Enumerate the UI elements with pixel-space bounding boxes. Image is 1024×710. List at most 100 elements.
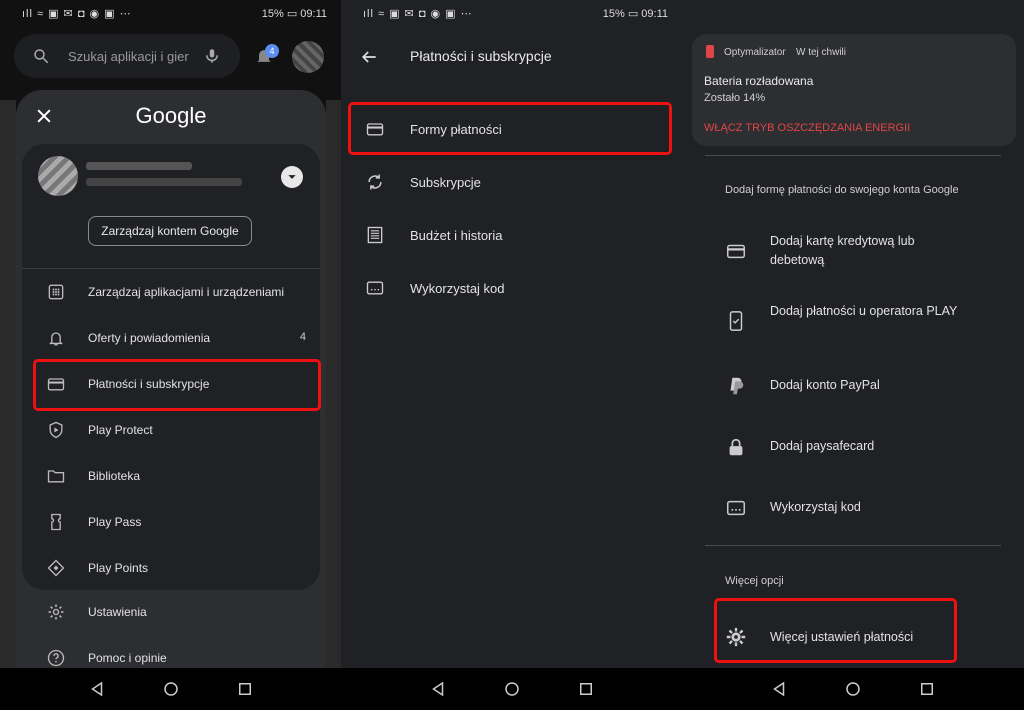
gear-icon <box>48 604 64 620</box>
add-paypal-item[interactable]: Dodaj konto PayPal <box>682 366 1024 406</box>
manage-google-account-button[interactable]: Zarządzaj kontem Google <box>88 216 252 246</box>
search-bar[interactable]: Szukaj aplikacji i gier <box>14 34 240 78</box>
add-card-item[interactable]: Dodaj kartę kredytową lub debetową <box>682 222 1024 280</box>
nav-back-icon[interactable] <box>88 680 106 698</box>
search-icon <box>34 49 49 64</box>
item-label: Wykorzystaj kod <box>410 281 505 296</box>
divider <box>705 545 1001 546</box>
battery-icon: ▭ <box>286 8 298 20</box>
status-icons: ıll ≈ ▣ ✉ ◘ ◉ ▣ ⋯ <box>363 8 473 20</box>
divider <box>22 268 320 269</box>
notification-subtitle: Zostało 14% <box>704 92 766 104</box>
folder-icon <box>47 470 65 483</box>
status-icons: ıll ≈ ▣ ✉ ◘ ◉ ▣ ⋯ <box>22 8 132 20</box>
back-arrow-icon[interactable] <box>359 47 379 67</box>
chevron-down-icon <box>288 175 296 179</box>
nav-home-icon[interactable] <box>844 680 862 698</box>
highlight-box <box>33 359 321 411</box>
notification-app: Optymalizator <box>724 47 786 58</box>
status-bar: ıll ≈ ▣ ✉ ◘ ◉ ▣ ⋯ 15% ▭ 09:11 <box>341 0 682 28</box>
item-label: Dodaj paysafecard <box>770 439 875 453</box>
payments-subscriptions-screen: ıll ≈ ▣ ✉ ◘ ◉ ▣ ⋯ 15% ▭ 09:11 Płatności … <box>341 0 682 710</box>
account-info-blurred <box>86 162 242 194</box>
nav-home-icon[interactable] <box>162 680 180 698</box>
nav-back-icon[interactable] <box>770 680 788 698</box>
notification-title: Bateria rozładowana <box>704 74 814 88</box>
add-carrier-billing-item[interactable]: Dodaj płatności u operatora PLAY <box>682 292 1024 350</box>
menu-item-settings[interactable]: Ustawienia <box>22 590 320 634</box>
item-label: Dodaj konto PayPal <box>770 378 880 392</box>
highlight-box <box>348 102 672 155</box>
menu-item-play-pass[interactable]: Play Pass <box>22 500 320 544</box>
menu-item-manage-apps[interactable]: Zarządzaj aplikacjami i urządzeniami <box>22 270 320 314</box>
item-label: Subskrypcje <box>410 175 481 190</box>
menu-item-label: Biblioteka <box>88 469 141 483</box>
mic-icon[interactable] <box>203 46 221 66</box>
budget-history-item[interactable]: Budżet i historia <box>341 210 682 260</box>
more-options-heading: Więcej opcji <box>725 575 784 587</box>
item-label: Dodaj płatności u operatora PLAY <box>770 304 958 318</box>
power-saving-action[interactable]: WŁĄCZ TRYB OSZCZĘDZANIA ENERGII <box>704 122 910 134</box>
notification-badge: 4 <box>265 44 279 58</box>
menu-item-label: Oferty i powiadomienia <box>88 331 211 345</box>
phone-icon <box>729 311 743 331</box>
menu-item-play-points[interactable]: Play Points <box>22 546 320 590</box>
background-content <box>0 100 16 700</box>
receipt-icon <box>367 226 383 244</box>
nav-recent-icon[interactable] <box>918 680 936 698</box>
account-avatar <box>38 156 78 196</box>
battery-warning-icon <box>706 45 714 58</box>
menu-item-play-protect[interactable]: Play Protect <box>22 408 320 452</box>
subscriptions-item[interactable]: Subskrypcje <box>341 157 682 207</box>
item-label: Dodaj kartę kredytową lub debetową <box>770 234 915 267</box>
menu-item-label: Play Protect <box>88 423 153 437</box>
item-label: Wykorzystaj kod <box>770 500 861 514</box>
google-logo: Google <box>135 103 207 128</box>
ticket-icon <box>51 513 61 531</box>
profile-avatar[interactable] <box>292 41 324 73</box>
clock: 09:11 <box>641 8 668 20</box>
redeem-code-item[interactable]: Wykorzystaj kod <box>341 263 682 313</box>
card-icon <box>727 244 745 259</box>
paypal-icon <box>730 377 744 395</box>
highlight-box <box>714 598 957 663</box>
play-store-drawer-screen: ıll ≈ ▣ ✉ ◘ ◉ ▣ ⋯ 15% ▭ 09:11 Szukaj apl… <box>0 0 341 710</box>
system-nav-bar <box>682 668 1024 710</box>
notification-time: W tej chwili <box>796 47 847 58</box>
system-nav-bar <box>0 668 341 710</box>
help-icon <box>47 649 65 667</box>
redeem-code-item[interactable]: Wykorzystaj kod <box>682 488 1024 528</box>
sync-icon <box>368 174 382 190</box>
account-dropdown-button[interactable] <box>281 166 303 188</box>
search-placeholder: Szukaj aplikacji i gier <box>68 49 189 64</box>
background-content <box>326 100 341 700</box>
diamond-icon <box>47 559 65 577</box>
menu-item-library[interactable]: Biblioteka <box>22 454 320 498</box>
nav-home-icon[interactable] <box>503 680 521 698</box>
bell-icon <box>48 332 64 346</box>
battery-text: 15% <box>261 8 284 20</box>
menu-item-label: Play Pass <box>88 515 142 529</box>
code-card-icon <box>366 281 384 295</box>
payment-methods-screen: Optymalizator W tej chwili Bateria rozła… <box>682 0 1024 710</box>
battery-notification[interactable]: Optymalizator W tej chwili Bateria rozła… <box>692 34 1016 146</box>
battery-icon: ▭ <box>627 8 639 20</box>
page-title: Płatności i subskrypcje <box>410 48 552 64</box>
code-card-icon <box>727 500 745 516</box>
divider <box>705 155 1001 156</box>
battery-text: 15% <box>602 8 625 20</box>
add-paysafecard-item[interactable]: Dodaj paysafecard <box>682 427 1024 467</box>
grid-icon <box>48 284 64 300</box>
offers-count: 4 <box>299 331 306 343</box>
nav-back-icon[interactable] <box>429 680 447 698</box>
lock-icon <box>729 438 743 456</box>
menu-item-offers[interactable]: Oferty i powiadomienia 4 <box>22 316 320 360</box>
clock: 09:11 <box>300 8 327 20</box>
menu-item-label: Ustawienia <box>88 605 147 619</box>
add-payment-heading: Dodaj formę płatności do swojego konta G… <box>725 184 959 196</box>
menu-item-label: Zarządzaj aplikacjami i urządzeniami <box>88 285 285 299</box>
system-nav-bar <box>341 668 682 710</box>
nav-recent-icon[interactable] <box>236 680 254 698</box>
nav-recent-icon[interactable] <box>577 680 595 698</box>
menu-item-label: Pomoc i opinie <box>88 651 167 665</box>
